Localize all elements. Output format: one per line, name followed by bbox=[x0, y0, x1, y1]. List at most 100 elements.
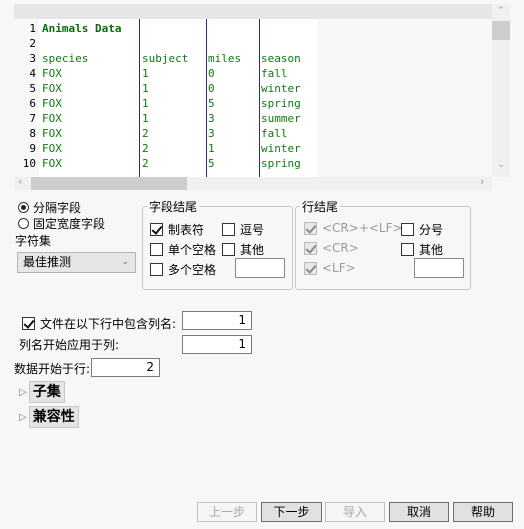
checkbox-label: 分号 bbox=[419, 223, 444, 237]
preview-cell: 5 bbox=[208, 97, 215, 110]
preview-cell: 0 bbox=[208, 67, 215, 80]
vertical-scroll-thumb[interactable] bbox=[492, 21, 510, 40]
preview-cell: FOX bbox=[42, 67, 62, 80]
line-number: 6 bbox=[29, 97, 36, 110]
tab-checkbox[interactable]: 制表符 bbox=[150, 221, 204, 238]
line-number: 10 bbox=[22, 157, 36, 170]
checkbox-label: 制表符 bbox=[168, 223, 205, 237]
chevron-down-icon: ⌄ bbox=[121, 257, 129, 267]
line-number: 7 bbox=[29, 112, 36, 125]
names-start-col-input[interactable]: 1 bbox=[182, 335, 252, 354]
back-button[interactable]: 上一步 bbox=[197, 502, 257, 522]
preview-cell: winter bbox=[261, 142, 301, 155]
preview-title: Animals Data bbox=[42, 22, 122, 35]
horizontal-scroll-thumb[interactable] bbox=[31, 177, 187, 190]
preview-cell: 2 bbox=[142, 157, 149, 170]
checkbox-label: <CR>+<LF> bbox=[322, 221, 403, 235]
line-end-legend: 行结尾 bbox=[302, 200, 339, 214]
vertical-scrollbar[interactable]: ⌃ ⌄ bbox=[492, 4, 510, 177]
checkbox-label: <LF> bbox=[322, 261, 356, 275]
next-button[interactable]: 下一步 bbox=[261, 502, 322, 522]
checkbox[interactable] bbox=[222, 223, 235, 236]
disclosure-triangle-icon[interactable]: ▷ bbox=[19, 412, 27, 423]
multi-space-checkbox[interactable]: 多个空格 bbox=[150, 261, 216, 278]
line-number: 1 bbox=[29, 22, 36, 35]
subset-toggle[interactable]: 子集 bbox=[28, 381, 65, 403]
cancel-button[interactable]: 取消 bbox=[389, 502, 449, 522]
preview-header-cell: species bbox=[42, 52, 89, 65]
checkbox-label: 文件在以下行中包含列名: bbox=[40, 317, 177, 331]
checkbox[interactable] bbox=[150, 243, 163, 256]
checkbox[interactable] bbox=[401, 243, 414, 256]
column-divider bbox=[259, 19, 260, 177]
subset-section[interactable]: ▷ 子集 bbox=[19, 381, 65, 403]
field-end-legend: 字段结尾 bbox=[149, 200, 198, 214]
checkbox[interactable] bbox=[401, 223, 414, 236]
line-number: 4 bbox=[29, 67, 36, 80]
checkbox-label: 其他 bbox=[240, 243, 265, 257]
horizontal-scrollbar[interactable]: ‹ › bbox=[14, 175, 492, 190]
preview-cell: 2 bbox=[142, 142, 149, 155]
preview-cell: spring bbox=[261, 157, 301, 170]
preview-cell: fall bbox=[261, 127, 288, 140]
preview-cell: winter bbox=[261, 82, 301, 95]
scroll-up-icon[interactable]: ⌃ bbox=[492, 6, 510, 16]
scroll-left-icon[interactable]: ‹ bbox=[18, 175, 22, 188]
preview-cell: spring bbox=[261, 97, 301, 110]
semicolon-checkbox[interactable]: 分号 bbox=[401, 221, 443, 238]
preview-cell: FOX bbox=[42, 142, 62, 155]
radio-button[interactable] bbox=[18, 218, 29, 229]
preview-cell: FOX bbox=[42, 112, 62, 125]
has-column-names-checkbox[interactable]: 文件在以下行中包含列名: bbox=[22, 315, 176, 332]
compat-toggle[interactable]: 兼容性 bbox=[28, 406, 79, 428]
help-button[interactable]: 帮助 bbox=[453, 502, 513, 522]
column-names-row-input[interactable]: 1 bbox=[182, 311, 252, 330]
names-start-col-label: 列名开始应用于列: bbox=[19, 338, 120, 352]
checkbox[interactable] bbox=[150, 223, 163, 236]
charset-label: 字符集 bbox=[15, 234, 52, 248]
preview-body: 1 2 3 4 5 6 7 8 9 10 Animals Data specie… bbox=[14, 19, 492, 177]
checkbox bbox=[304, 241, 317, 255]
data-preview: 1 2 3 4 5 6 7 8 9 10 Animals Data specie… bbox=[14, 4, 510, 190]
compat-section[interactable]: ▷ 兼容性 bbox=[19, 406, 79, 428]
preview-cell: FOX bbox=[42, 157, 62, 170]
checkbox bbox=[304, 221, 317, 235]
preview-cell: FOX bbox=[42, 97, 62, 110]
checkbox[interactable] bbox=[22, 317, 35, 330]
single-space-checkbox[interactable]: 单个空格 bbox=[150, 241, 216, 258]
lf-checkbox: <LF> bbox=[304, 261, 356, 275]
line-other-checkbox[interactable]: 其他 bbox=[401, 241, 443, 258]
preview-cell: 2 bbox=[142, 127, 149, 140]
radio-delimited[interactable]: 分隔字段 bbox=[18, 199, 81, 216]
preview-cell: FOX bbox=[42, 82, 62, 95]
preview-cell: 1 bbox=[142, 67, 149, 80]
line-number: 8 bbox=[29, 127, 36, 140]
cr-checkbox: <CR> bbox=[304, 241, 359, 255]
line-other-input[interactable] bbox=[414, 258, 464, 278]
preview-cell: 3 bbox=[208, 127, 215, 140]
charset-select[interactable]: 最佳推测 ⌄ bbox=[17, 252, 136, 273]
preview-header-cell: miles bbox=[208, 52, 242, 65]
checkbox[interactable] bbox=[222, 243, 235, 256]
disclosure-triangle-icon[interactable]: ▷ bbox=[19, 387, 27, 398]
radio-fixed-width[interactable]: 固定宽度字段 bbox=[18, 215, 105, 232]
checkbox-label: 逗号 bbox=[240, 223, 265, 237]
preview-header bbox=[14, 4, 492, 19]
line-number-gutter: 1 2 3 4 5 6 7 8 9 10 bbox=[14, 19, 39, 177]
field-other-checkbox[interactable]: 其他 bbox=[222, 241, 264, 258]
radio-button[interactable] bbox=[18, 202, 29, 213]
preview-cell: summer bbox=[261, 112, 301, 125]
checkbox[interactable] bbox=[150, 263, 163, 276]
data-start-row-input[interactable]: 2 bbox=[91, 358, 160, 377]
scroll-down-icon[interactable]: ⌄ bbox=[492, 160, 510, 170]
checkbox-label: 多个空格 bbox=[168, 263, 217, 277]
checkbox-label: 单个空格 bbox=[168, 243, 217, 257]
preview-cell: 0 bbox=[208, 82, 215, 95]
scroll-right-icon[interactable]: › bbox=[480, 175, 484, 188]
preview-cell: 1 bbox=[208, 142, 215, 155]
line-number: 3 bbox=[29, 52, 36, 65]
field-other-input[interactable] bbox=[235, 258, 285, 278]
import-button[interactable]: 导入 bbox=[325, 502, 385, 522]
preview-cell: 1 bbox=[142, 112, 149, 125]
comma-checkbox[interactable]: 逗号 bbox=[222, 221, 264, 238]
